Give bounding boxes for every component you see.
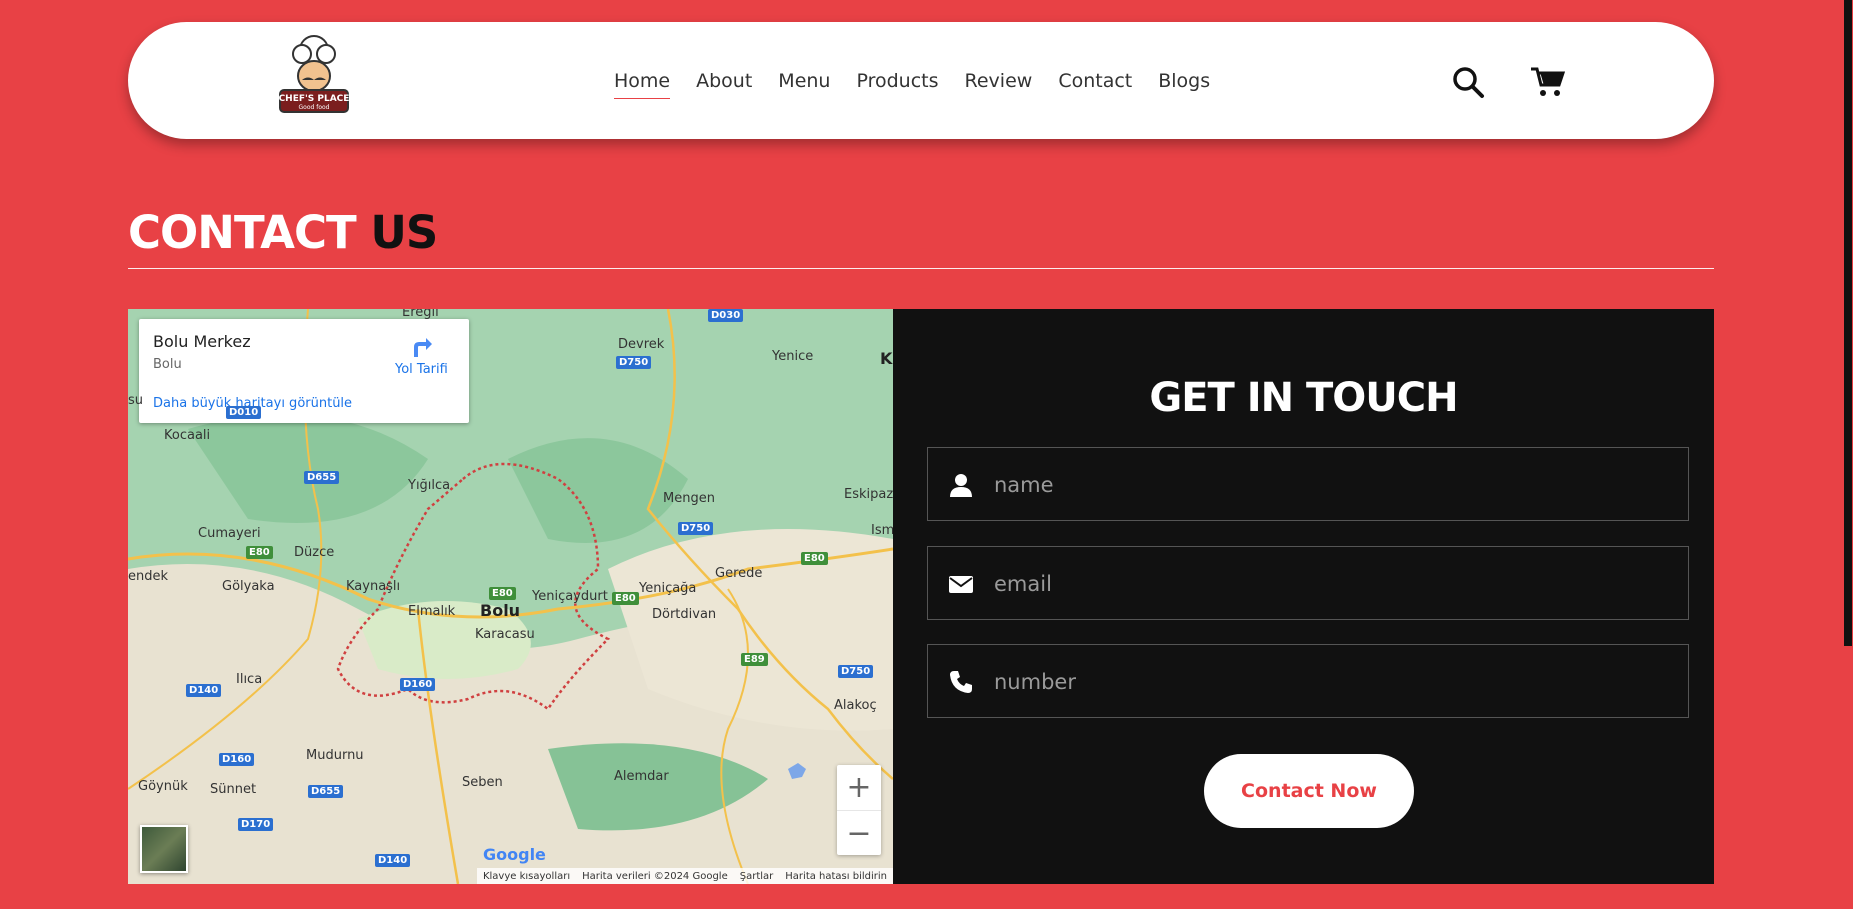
directions-link[interactable]: Yol Tarifi: [395, 362, 448, 377]
map-label: Elmalık: [408, 604, 456, 619]
map-label: Karacasu: [475, 627, 535, 642]
nav-products[interactable]: Products: [856, 70, 938, 99]
user-icon: [950, 474, 972, 497]
nav-home[interactable]: Home: [614, 70, 671, 99]
place-region: Bolu: [153, 357, 182, 372]
map-label: Yığılca: [408, 478, 451, 493]
map-label: Eskipazar: [844, 487, 893, 502]
road-shield: D655: [304, 471, 340, 484]
map-label: Alakoç: [834, 698, 877, 713]
nav-contact[interactable]: Contact: [1058, 70, 1132, 99]
map-label: endek: [128, 569, 169, 584]
map-label: Kocaali: [164, 428, 211, 443]
place-info-card: Bolu Merkez Bolu Yol Tarifi Daha büyük h…: [139, 319, 469, 423]
phone-icon: [950, 671, 972, 693]
map-label: Yenice: [772, 349, 814, 364]
road-shield: D140: [186, 684, 222, 697]
road-shield: D030: [708, 309, 744, 322]
envelope-icon: [949, 576, 973, 593]
nav-review[interactable]: Review: [965, 70, 1033, 99]
road-shield: D655: [308, 785, 344, 798]
page-title: CONTACT US: [128, 206, 438, 259]
main-nav: Home About Menu Products Review Contact …: [614, 70, 1210, 99]
contact-title: GET IN TOUCH: [1149, 375, 1458, 421]
road-shield: E80: [801, 552, 828, 565]
email-field: [927, 546, 1689, 621]
nav-blogs[interactable]: Blogs: [1158, 70, 1210, 99]
road-shield: D750: [838, 665, 874, 678]
name-field: [927, 447, 1689, 522]
logo-text: CHEF'S PLACE: [279, 94, 350, 104]
map-label: Mudurnu: [306, 748, 364, 763]
nav-menu[interactable]: Menu: [778, 70, 830, 99]
road-shield: E80: [612, 592, 639, 605]
map-label: Alemdar: [614, 769, 669, 784]
email-input[interactable]: [992, 547, 1676, 621]
title-word-contact: CONTACT: [128, 206, 357, 259]
chef-logo[interactable]: CHEF'S PLACE Good food: [266, 32, 362, 128]
nav-about[interactable]: About: [696, 70, 752, 99]
zoom-in-button[interactable]: +: [837, 765, 881, 811]
number-input[interactable]: [992, 645, 1676, 719]
road-shield: D160: [400, 678, 436, 691]
map-label: Sünnet: [210, 782, 257, 797]
map-label: su: [128, 393, 144, 408]
google-logo: Google: [483, 845, 546, 864]
map-label: K: [880, 349, 893, 368]
road-shield: E89: [741, 653, 768, 666]
place-name: Bolu Merkez: [153, 332, 251, 351]
map-label: Yeniçağa: [639, 581, 697, 596]
map-label: Göynük: [138, 779, 188, 794]
road-shield: D140: [375, 854, 411, 867]
road-shield: E80: [489, 587, 516, 600]
map-label: Bolu: [480, 601, 521, 620]
name-input[interactable]: [992, 448, 1676, 522]
map-label: Yeniçaydurt: [532, 589, 608, 604]
map-label: Ereğli: [402, 309, 439, 320]
map-label: Cumayeri: [198, 526, 261, 541]
navbar: CHEF'S PLACE Good food Home About Menu P…: [128, 22, 1714, 139]
road-shield: D170: [238, 818, 274, 831]
map-label: Ilıca: [236, 672, 263, 687]
contact-form: GET IN TOUCH Contact Now: [893, 309, 1714, 884]
google-map[interactable]: Bolu Merkez Bolu Yol Tarifi Daha büyük h…: [128, 309, 893, 884]
keyboard-shortcuts-link[interactable]: Klavye kısayolları: [483, 871, 570, 882]
directions-icon[interactable]: [409, 333, 435, 359]
map-label: Düzce: [294, 545, 335, 560]
road-shield: D010: [226, 406, 262, 419]
map-label: Kaynaşlı: [346, 579, 401, 594]
scrollbar-thumb[interactable]: [1844, 0, 1852, 646]
logo-subtext: Good food: [299, 104, 330, 111]
page-scrollbar[interactable]: [1843, 0, 1853, 909]
map-data-text: Harita verileri ©2024 Google: [582, 870, 728, 882]
map-label: Gölyaka: [222, 579, 275, 594]
title-word-us: US: [370, 206, 438, 259]
map-label: Ism: [871, 523, 893, 538]
road-shield: D750: [678, 522, 714, 535]
map-zoom-controls: + −: [837, 765, 881, 855]
terms-link[interactable]: Şartlar: [740, 871, 774, 882]
search-icon[interactable]: [1450, 64, 1486, 100]
cart-icon[interactable]: [1529, 64, 1565, 100]
zoom-out-button[interactable]: −: [837, 811, 881, 856]
road-shield: D160: [219, 753, 255, 766]
map-label: Devrek: [618, 337, 665, 352]
map-label: Gerede: [715, 566, 763, 581]
report-error-link[interactable]: Harita hatası bildirin: [785, 871, 887, 882]
map-label: Dörtdivan: [652, 607, 717, 622]
contact-now-button[interactable]: Contact Now: [1204, 754, 1414, 828]
map-label: Mengen: [663, 491, 715, 506]
road-shield: E80: [246, 546, 273, 559]
title-divider: [128, 268, 1714, 269]
road-shield: D750: [616, 356, 652, 369]
map-label: Seben: [462, 775, 503, 790]
number-field: [927, 644, 1689, 719]
map-attribution: Klavye kısayolları Harita verileri ©2024…: [476, 868, 893, 884]
satellite-layer-toggle[interactable]: [140, 825, 188, 873]
